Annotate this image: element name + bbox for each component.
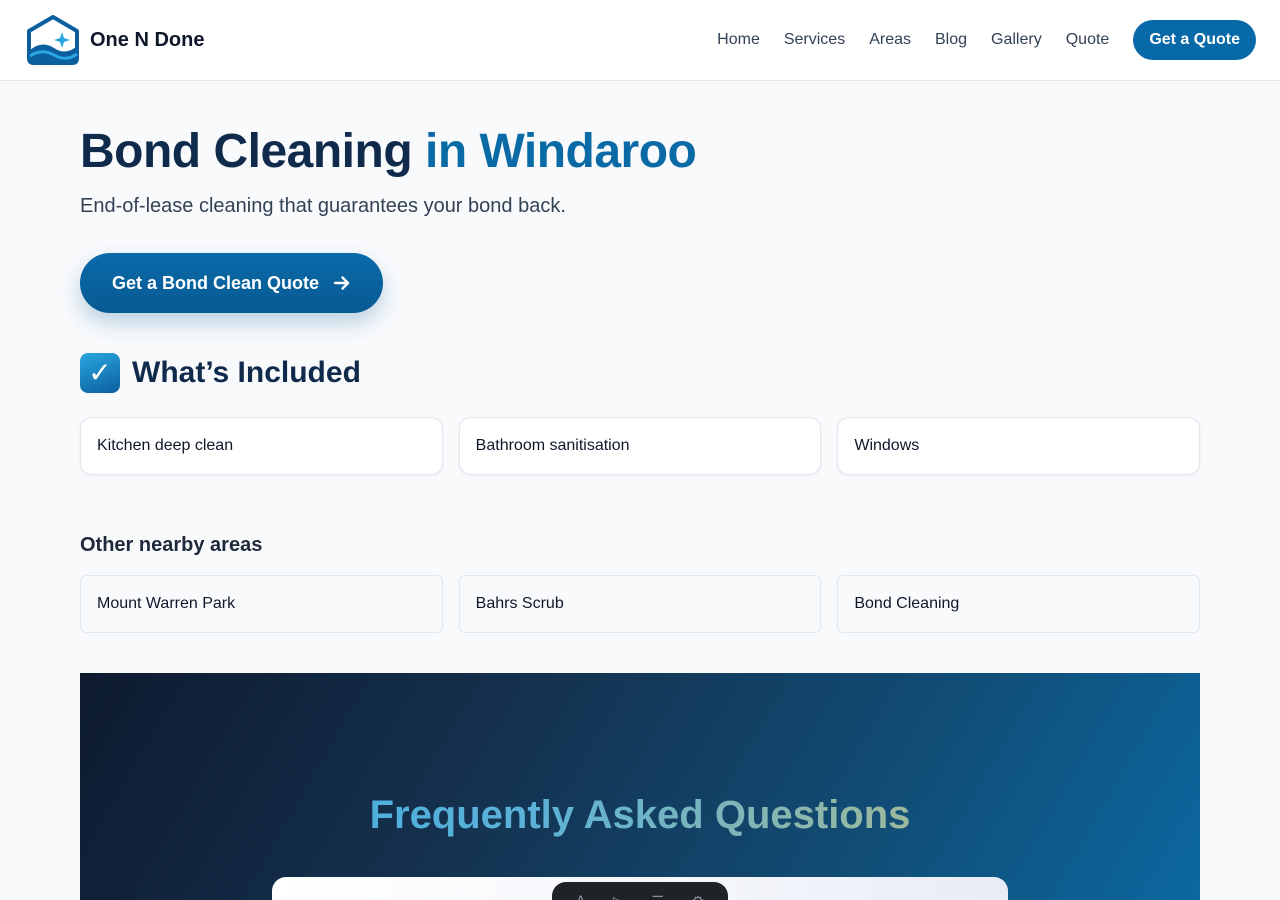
- nearby-area-link[interactable]: Bahrs Scrub: [458, 575, 822, 633]
- page-title: Bond Cleaning in Windaroo: [80, 124, 697, 179]
- included-item: Kitchen deep clean: [80, 417, 443, 475]
- nearby-areas-list: Mount Warren Park Bahrs Scrub Bond Clean…: [80, 575, 1201, 633]
- floating-toolbar[interactable]: A ▷ ☰ ⚙: [552, 882, 728, 900]
- toolbar-text-icon[interactable]: A: [576, 894, 586, 900]
- page-subtitle: End-of-lease cleaning that guarantees yo…: [80, 195, 566, 217]
- nearby-area-link[interactable]: Bond Cleaning: [837, 575, 1201, 633]
- included-title: What’s Included: [132, 356, 361, 389]
- checkmark-icon: ✓: [80, 353, 120, 393]
- nearby-area-link[interactable]: Mount Warren Park: [80, 575, 443, 633]
- included-list: Kitchen deep clean Bathroom sanitisation…: [80, 417, 1201, 475]
- page-title-accent: in Windaroo: [424, 125, 697, 178]
- brand[interactable]: One N Done: [24, 14, 204, 66]
- nav-services-link[interactable]: Services: [784, 31, 845, 49]
- brand-name: One N Done: [90, 28, 205, 51]
- faq-title: Frequently Asked Questions: [80, 793, 1200, 838]
- site-header: One N Done Home Services Areas Blog Gall…: [0, 0, 1280, 81]
- nav-gallery-link[interactable]: Gallery: [991, 31, 1042, 49]
- nav-areas-link[interactable]: Areas: [869, 31, 911, 49]
- toolbar-settings-icon[interactable]: ⚙: [692, 894, 705, 900]
- nav-home-link[interactable]: Home: [717, 31, 760, 49]
- nav-blog-link[interactable]: Blog: [935, 31, 967, 49]
- faq-section: Frequently Asked Questions A ▷ ☰ ⚙: [80, 673, 1200, 900]
- house-wave-logo-icon: [27, 15, 79, 65]
- toolbar-pointer-icon[interactable]: ▷: [613, 894, 624, 900]
- bond-clean-quote-button[interactable]: Get a Bond Clean Quote: [80, 253, 383, 313]
- included-item: Windows: [837, 417, 1201, 475]
- toolbar-menu-icon[interactable]: ☰: [651, 894, 664, 900]
- nearby-areas-title: Other nearby areas: [80, 534, 263, 556]
- get-a-quote-button[interactable]: Get a Quote: [1133, 20, 1256, 60]
- page-title-main: Bond Cleaning: [80, 125, 425, 178]
- arrow-right-icon: [333, 276, 350, 290]
- nav-quote-link[interactable]: Quote: [1066, 31, 1110, 49]
- main-nav: Home Services Areas Blog Gallery Quote G…: [717, 20, 1256, 60]
- bond-clean-quote-label: Get a Bond Clean Quote: [111, 272, 320, 293]
- included-heading: ✓ What’s Included: [80, 353, 361, 393]
- included-item: Bathroom sanitisation: [458, 417, 822, 475]
